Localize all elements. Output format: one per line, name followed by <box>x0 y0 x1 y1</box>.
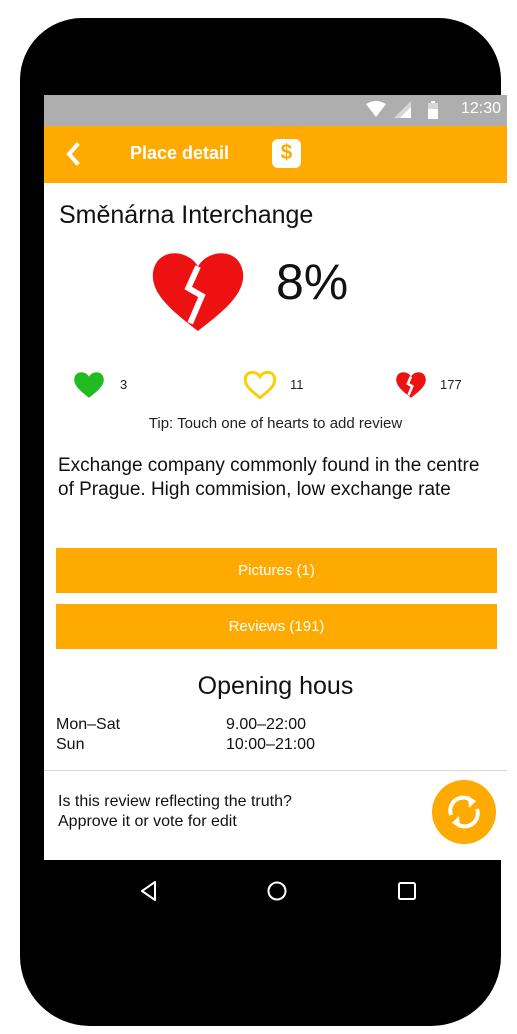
nav-recents-icon[interactable] <box>397 881 417 901</box>
place-score: 8% <box>276 254 349 310</box>
place-name: Směnárna Interchange <box>59 201 314 229</box>
back-arrow-icon <box>66 142 80 166</box>
opening-hours-title: Opening hous <box>197 672 354 700</box>
hours-days: Sun <box>56 736 85 753</box>
currency-button[interactable]: $ <box>272 139 301 168</box>
wifi-icon <box>366 101 386 117</box>
broken-heart-icon <box>152 253 244 332</box>
negative-count: 177 <box>440 377 462 392</box>
review-tip: Tip: Touch one of hearts to add review <box>148 415 403 432</box>
refresh-button[interactable] <box>432 780 496 844</box>
hours-time: 9.00–22:00 <box>226 716 307 733</box>
pictures-button[interactable]: Pictures (1) <box>56 548 497 593</box>
verification-line-1: Is this review reflecting the truth? <box>58 793 292 810</box>
divider <box>44 770 507 771</box>
app-bar: Place detail $ <box>44 126 507 183</box>
status-time: 12:30 <box>460 100 501 117</box>
hours-row: Sun 10:00–21:00 <box>56 736 496 755</box>
hours-days: Mon–Sat <box>56 716 121 733</box>
hours-row: Mon–Sat 9.00–22:00 <box>56 716 496 735</box>
verification-line-2: Approve it or vote for edit <box>58 813 237 830</box>
signal-icon <box>394 101 411 118</box>
status-bar: 12:30 <box>44 95 507 126</box>
place-description: Exchange company commonly found in the c… <box>58 455 480 500</box>
battery-icon <box>428 101 438 119</box>
verification-prompt: Is this review reflecting the truth? App… <box>58 792 398 832</box>
neutral-count: 11 <box>290 377 304 392</box>
positive-count: 3 <box>120 377 128 392</box>
hours-time: 10:00–21:00 <box>226 736 315 753</box>
page-title: Place detail <box>130 143 230 163</box>
nav-back-icon[interactable] <box>138 880 160 902</box>
broken-heart-small-icon[interactable] <box>395 369 427 399</box>
green-heart-icon[interactable] <box>73 369 105 399</box>
refresh-icon <box>448 795 480 829</box>
nav-home-icon[interactable] <box>266 880 288 902</box>
reviews-button[interactable]: Reviews (191) <box>56 604 497 649</box>
dollar-icon: $ <box>280 141 293 164</box>
outline-heart-icon[interactable] <box>244 369 276 399</box>
screen: 12:30 Place detail $ Směnárna Interchang… <box>44 95 507 860</box>
back-button[interactable] <box>60 138 90 170</box>
